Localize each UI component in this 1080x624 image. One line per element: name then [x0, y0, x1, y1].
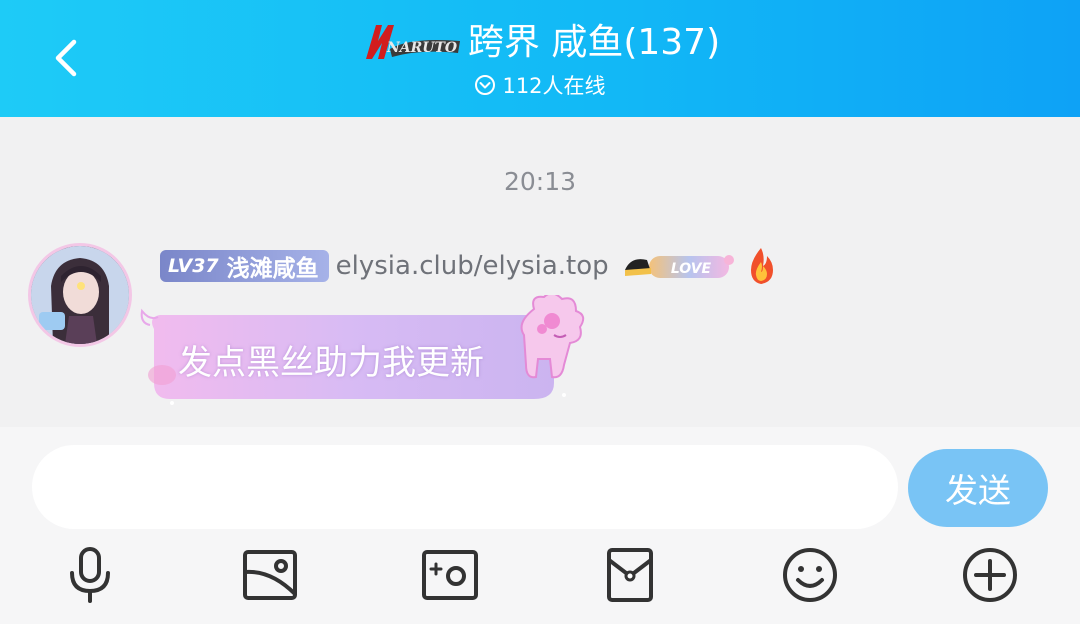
cloud-sheep-icon — [520, 295, 585, 379]
level-badge[interactable]: LV37 浅滩咸鱼 — [160, 250, 329, 282]
camera-icon — [422, 550, 478, 600]
message-list[interactable]: 20:13 LV37 浅滩咸鱼 elysia.club/elysia.top L… — [0, 117, 1080, 427]
svg-text:NARUTO: NARUTO — [386, 40, 458, 56]
chat-header: NARUTO 跨界 咸鱼(137) 112人在线 — [0, 0, 1080, 117]
emoji-icon — [783, 548, 837, 602]
image-button[interactable] — [238, 543, 302, 607]
message-text: 发点黑丝助力我更新 — [178, 343, 484, 383]
online-count: 112人在线 — [502, 74, 606, 98]
send-button[interactable]: 发送 — [908, 449, 1048, 527]
message-bubble[interactable]: 发点黑丝助力我更新 — [134, 295, 590, 407]
red-packet-button[interactable] — [598, 543, 662, 607]
fire-icon[interactable] — [743, 246, 779, 286]
emoji-button[interactable] — [778, 543, 842, 607]
title-row[interactable]: NARUTO 跨界 咸鱼(137) — [0, 18, 1080, 68]
love-badge-icon[interactable]: LOVE — [621, 248, 739, 284]
chevron-down-circle-icon — [475, 75, 496, 95]
sender-avatar[interactable] — [28, 243, 132, 347]
avatar-image — [31, 246, 129, 344]
red-packet-icon — [607, 548, 653, 602]
plus-icon — [963, 548, 1017, 602]
message-timestamp: 20:13 — [503, 167, 577, 196]
svg-text:LOVE: LOVE — [671, 261, 712, 277]
group-logo-image: NARUTO — [365, 25, 460, 59]
more-button[interactable] — [958, 543, 1022, 607]
online-status[interactable]: 112人在线 — [0, 70, 1080, 100]
sender-info: LV37 浅滩咸鱼 elysia.club/elysia.top LOVE — [160, 248, 779, 284]
message-input[interactable] — [32, 445, 898, 529]
group-nickname: 浅滩咸鱼 — [226, 256, 319, 282]
microphone-button[interactable] — [58, 543, 122, 607]
toolbar — [0, 543, 1080, 615]
image-icon — [243, 550, 297, 600]
input-bar: 发送 — [0, 427, 1080, 624]
level-label: LV37 — [168, 255, 219, 277]
microphone-icon — [70, 547, 110, 603]
group-title: 跨界 咸鱼(137) — [467, 22, 721, 63]
camera-button[interactable] — [418, 543, 482, 607]
sender-nickname[interactable]: elysia.club/elysia.top — [336, 251, 609, 281]
